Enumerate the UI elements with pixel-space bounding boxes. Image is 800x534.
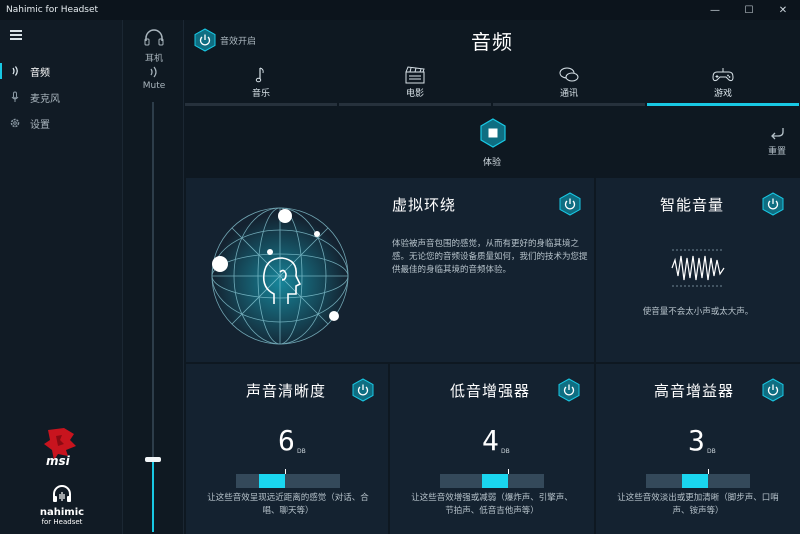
virtual-surround-panel: 虚拟环绕 体验被声音包围的感觉，从而有更好的身临其境之感。无论您的音频设备质量如… bbox=[186, 178, 594, 362]
page-title: 音频 bbox=[471, 30, 513, 54]
voice-clarity-slider[interactable] bbox=[236, 469, 340, 488]
nahimic-text: nahimic bbox=[39, 507, 85, 518]
headphone-icon bbox=[143, 28, 165, 49]
smart-volume-panel: 智能音量 使音量不会太小声或太大声。 bbox=[596, 178, 800, 362]
treble-boost-value: 3 bbox=[688, 424, 705, 457]
bass-boost-slider-marker[interactable] bbox=[508, 469, 509, 474]
chat-bubbles-icon bbox=[558, 66, 580, 84]
microphone-icon bbox=[0, 91, 30, 103]
voice-clarity-panel: 声音清晰度 6 DB 让这些音效呈现远近距离的感觉（对话、合唱、聊天等） bbox=[186, 364, 388, 534]
experience-label: 体验 bbox=[482, 158, 501, 168]
tab-game[interactable]: 游戏 bbox=[647, 62, 799, 106]
bass-boost-panel: 低音增强器 4 DB 让这些音效增强或减弱（爆炸声、引擎声、节拍声、低音吉他声等… bbox=[390, 364, 594, 534]
undo-arrow-icon bbox=[768, 126, 786, 144]
virtual-surround-title: 虚拟环绕 bbox=[392, 196, 457, 214]
waveform-icon bbox=[671, 249, 725, 287]
music-note-icon bbox=[254, 66, 268, 84]
window-title: Nahimic for Headset bbox=[6, 5, 99, 15]
tab-label: 游戏 bbox=[713, 89, 732, 99]
title-bar: Nahimic for Headset — ☐ ✕ bbox=[0, 0, 800, 20]
minimize-button[interactable]: — bbox=[698, 0, 732, 20]
msi-logo: msi bbox=[36, 424, 86, 477]
sidebar-item-label: 麦克风 bbox=[30, 93, 60, 105]
voice-clarity-unit: DB bbox=[297, 448, 306, 455]
close-button[interactable]: ✕ bbox=[766, 0, 800, 20]
sidebar-item-audio[interactable]: 音频 bbox=[0, 58, 122, 84]
sidebar-item-settings[interactable]: 设置 bbox=[0, 110, 122, 136]
headphone-label: 耳机 bbox=[144, 54, 163, 64]
voice-clarity-power-icon[interactable] bbox=[352, 378, 374, 402]
virtual-surround-desc: 体验被声音包围的感觉，从而有更好的身临其境之感。无论您的音频设备质量如何，我们的… bbox=[392, 239, 588, 275]
tab-label: 音乐 bbox=[251, 89, 270, 99]
treble-boost-panel: 高音增益器 3 DB 让这些音效淡出或更加清晰（脚步声、口哨声、铵声等） bbox=[596, 364, 800, 534]
volume-slider-thumb[interactable] bbox=[145, 456, 161, 462]
bass-boost-desc: 让这些音效增强或减弱（爆炸声、引擎声、节拍声、低音吉他声等） bbox=[411, 493, 573, 516]
voice-clarity-slider-fill bbox=[259, 474, 285, 488]
hamburger-menu-icon[interactable] bbox=[10, 30, 22, 40]
nahimic-logo: nahimic for Headset bbox=[32, 484, 92, 527]
tab-label: 电影 bbox=[405, 89, 424, 99]
speaker-icon[interactable] bbox=[147, 66, 161, 81]
sidebar-item-label: 设置 bbox=[30, 119, 50, 131]
reset-label: 重置 bbox=[767, 147, 786, 157]
bass-boost-slider-fill bbox=[482, 474, 508, 488]
treble-boost-title: 高音增益器 bbox=[654, 382, 735, 400]
mute-label[interactable]: Mute bbox=[123, 81, 185, 91]
experience-button[interactable] bbox=[480, 118, 506, 151]
msi-text: msi bbox=[46, 454, 70, 468]
voice-clarity-title: 声音清晰度 bbox=[246, 382, 327, 400]
tab-movie[interactable]: 电影 bbox=[339, 62, 491, 106]
volume-slider-fill bbox=[152, 458, 154, 532]
bass-boost-unit: DB bbox=[501, 448, 510, 455]
reset-button[interactable]: 重置 bbox=[768, 126, 786, 157]
surround-sphere-icon bbox=[211, 207, 349, 345]
treble-boost-desc: 让这些音效淡出或更加清晰（脚步声、口哨声、铵声等） bbox=[617, 493, 779, 516]
speaker-waves-icon bbox=[0, 65, 30, 77]
tab-communication[interactable]: 通讯 bbox=[493, 62, 645, 106]
voice-clarity-slider-marker[interactable] bbox=[285, 469, 286, 474]
experience-area: 体验 重置 bbox=[184, 108, 800, 178]
treble-boost-unit: DB bbox=[707, 448, 716, 455]
gamepad-icon bbox=[711, 66, 735, 84]
smart-volume-title: 智能音量 bbox=[660, 196, 725, 214]
nahimic-subtext: for Headset bbox=[41, 518, 83, 526]
maximize-button[interactable]: ☐ bbox=[732, 0, 766, 20]
bass-boost-slider[interactable] bbox=[440, 469, 544, 488]
tab-music[interactable]: 音乐 bbox=[185, 62, 337, 106]
sidebar: 音频 麦克风 设置 msi nahimic for Headset bbox=[0, 20, 122, 534]
bass-boost-title: 低音增强器 bbox=[450, 382, 531, 400]
bass-boost-value: 4 bbox=[482, 424, 499, 457]
treble-boost-power-icon[interactable] bbox=[762, 378, 784, 402]
stop-icon[interactable] bbox=[480, 118, 506, 148]
sidebar-item-microphone[interactable]: 麦克风 bbox=[0, 84, 122, 110]
smart-volume-power-icon[interactable] bbox=[762, 192, 784, 216]
bass-boost-power-icon[interactable] bbox=[558, 378, 580, 402]
tab-bar: 音乐 电影 通讯 游戏 bbox=[184, 62, 800, 106]
tab-label: 通讯 bbox=[559, 89, 578, 99]
device-column: 耳机 Mute bbox=[122, 20, 184, 534]
gear-icon bbox=[0, 117, 30, 129]
smart-volume-desc: 使音量不会太小声或太大声。 bbox=[642, 307, 754, 317]
treble-boost-slider[interactable] bbox=[646, 469, 750, 488]
voice-clarity-desc: 让这些音效呈现远近距离的感觉（对话、合唱、聊天等） bbox=[207, 493, 369, 516]
voice-clarity-value: 6 bbox=[278, 424, 295, 457]
clapperboard-icon bbox=[404, 66, 426, 84]
nahimic-headphone-icon bbox=[53, 485, 71, 502]
treble-boost-slider-fill bbox=[682, 474, 708, 488]
virtual-surround-power-icon[interactable] bbox=[559, 192, 581, 216]
main-content: 音效开启 音频 音乐 电影 通讯 游戏 体验 重置 虚拟环绕 体验被声音包围的感… bbox=[184, 20, 800, 534]
sidebar-item-label: 音频 bbox=[30, 67, 50, 79]
treble-boost-slider-marker[interactable] bbox=[708, 469, 709, 474]
